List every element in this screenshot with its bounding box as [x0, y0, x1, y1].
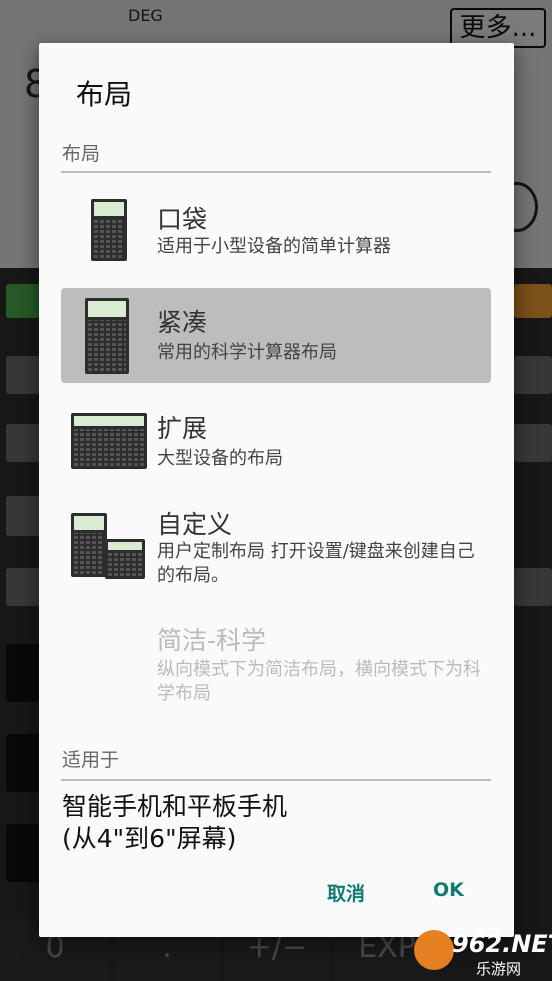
layout-option-extended[interactable]: 扩展 大型设备的布局 [61, 393, 491, 483]
site-watermark: 962.NET 乐游网 [414, 930, 552, 978]
watermark-subtext: 乐游网 [476, 960, 522, 978]
layout-section-label: 布局 [62, 143, 101, 165]
applies-to-screen-size: (从4"到6"屏幕) [62, 824, 237, 853]
layout-option-pocket[interactable]: 口袋 适用于小型设备的简单计算器 [61, 183, 491, 281]
watermark-logo-icon [414, 930, 454, 970]
option-description: 用户定制布局 打开设置/键盘来创建自己的布局。 [157, 541, 475, 586]
option-title: 扩展 [157, 414, 208, 443]
applies-to-devices: 智能手机和平板手机 [62, 792, 288, 821]
option-title: 紧凑 [157, 308, 208, 337]
layout-option-simple-scientific: 简洁-科学 纵向模式下为简洁布局，横向模式下为科学布局 [61, 615, 491, 715]
dialog-title: 布局 [76, 78, 133, 111]
applies-to-value: 智能手机和平板手机 (从4"到6"屏幕) [62, 791, 287, 855]
cancel-button[interactable]: 取消 [327, 879, 365, 906]
option-title: 自定义 [157, 510, 233, 539]
option-description: 大型设备的布局 [157, 448, 283, 469]
layout-option-compact[interactable]: 紧凑 常用的科学计算器布局 [61, 288, 491, 383]
ok-button[interactable]: OK [433, 879, 464, 901]
option-description: 纵向模式下为简洁布局，横向模式下为科学布局 [157, 659, 481, 704]
custom-layout-thumbnail-front [105, 539, 145, 579]
layout-option-custom[interactable]: 自定义 用户定制布局 打开设置/键盘来创建自己的布局。 [61, 495, 491, 605]
option-description: 适用于小型设备的简单计算器 [157, 236, 391, 257]
option-title: 口袋 [157, 205, 208, 234]
watermark-text: 962.NET [452, 930, 552, 958]
applies-divider [61, 779, 491, 781]
pocket-layout-thumbnail [91, 199, 127, 261]
compact-layout-thumbnail [85, 298, 129, 374]
layout-dialog: 布局 布局 口袋 适用于小型设备的简单计算器 紧凑 常用的科学计算器布局 扩展 … [39, 43, 514, 937]
option-title: 简洁-科学 [157, 626, 267, 655]
option-description: 常用的科学计算器布局 [157, 342, 337, 363]
extended-layout-thumbnail [71, 413, 147, 469]
custom-layout-thumbnail-back [71, 513, 107, 577]
applies-to-label: 适用于 [62, 749, 120, 771]
section-divider [61, 171, 491, 173]
